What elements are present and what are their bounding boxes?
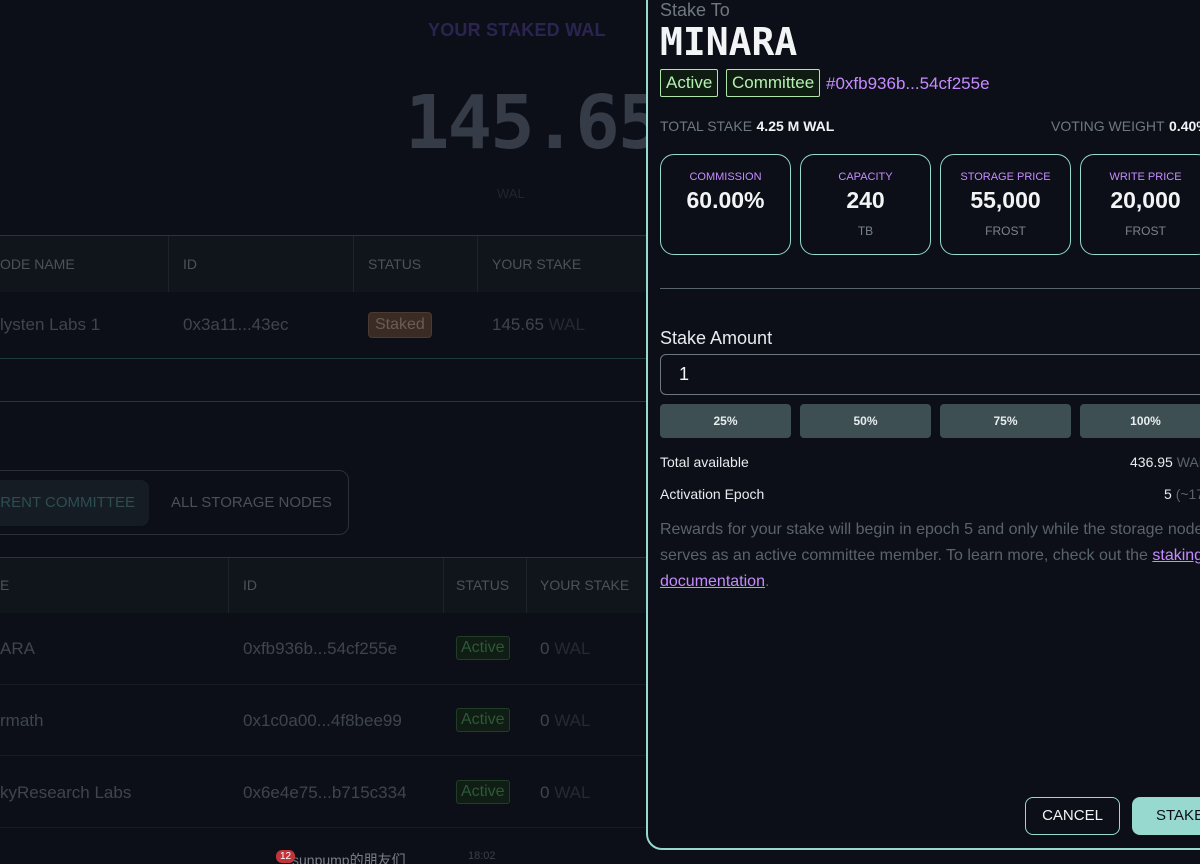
- total-available-label: Total available: [660, 454, 749, 470]
- notification-time: 18:02: [468, 850, 496, 862]
- tab-current-committee[interactable]: RRENT COMMITTEE: [0, 480, 149, 526]
- capacity-card: CAPACITY 240 TB: [800, 154, 931, 255]
- column-header-status: STATUS: [456, 577, 510, 593]
- voting-weight: VOTING WEIGHT 0.40%: [1051, 118, 1200, 136]
- your-stake-value: 0 WAL: [540, 639, 591, 658]
- card-unit: FROST: [985, 224, 1026, 238]
- staked-heading: YOUR STAKED WAL: [428, 20, 606, 40]
- node-name: ARA: [0, 639, 35, 658]
- stake-modal: Stake To MINARA Active Committee #0xfb93…: [646, 0, 1200, 850]
- card-label: WRITE PRICE: [1109, 171, 1182, 183]
- card-label: COMMISSION: [689, 171, 762, 183]
- column-header-your-stake: YOUR STAKE: [492, 256, 582, 272]
- status-badge: Active: [456, 636, 510, 660]
- node-name: lysten Labs 1: [0, 315, 101, 334]
- node-title: MINARA: [660, 20, 798, 64]
- nodes-table: E ID STATUS YOUR STAKE ARA 0xfb936b...54…: [0, 557, 646, 864]
- notification-count-badge: 12: [276, 850, 296, 863]
- commission-card: COMMISSION 60.00%: [660, 154, 791, 255]
- your-stake-value: 145.65 WAL: [492, 315, 585, 334]
- status-badge: Active: [456, 708, 510, 732]
- table-header: ODE NAME ID STATUS YOUR STAKE: [0, 236, 646, 292]
- card-label: STORAGE PRICE: [960, 171, 1051, 183]
- tab-all-storage-nodes[interactable]: ALL STORAGE NODES: [171, 480, 332, 526]
- node-id: 0xfb936b...54cf255e: [243, 639, 398, 658]
- total-stake-value: 4.25 M WAL: [756, 118, 835, 134]
- percent-25-button[interactable]: 25%: [660, 404, 791, 438]
- node-name: kyResearch Labs: [0, 783, 132, 802]
- committee-tag: Committee: [726, 69, 821, 97]
- total-stake: TOTAL STAKE 4.25 M WAL: [660, 118, 834, 136]
- divider: [660, 288, 1200, 289]
- node-filter-tabs: RRENT COMMITTEE ALL STORAGE NODES: [0, 470, 349, 535]
- card-value: 20,000: [1110, 187, 1181, 213]
- total-stake-label: TOTAL STAKE: [660, 118, 753, 134]
- table-row[interactable]: kyResearch Labs 0x6e4e75...b715c334 Acti…: [0, 757, 646, 828]
- total-available-value: 436.95 WAL: [1130, 454, 1200, 470]
- column-header-your-stake: YOUR STAKE: [540, 577, 630, 593]
- node-id: 0x1c0a00...4f8bee99: [243, 711, 402, 730]
- percent-50-button[interactable]: 50%: [800, 404, 931, 438]
- cancel-button[interactable]: CANCEL: [1025, 797, 1120, 835]
- table-row[interactable]: ARA 0xfb936b...54cf255e Active 0 WAL: [0, 614, 646, 685]
- staked-amount-unit: WAL: [497, 186, 525, 201]
- status-badge: Staked: [368, 312, 432, 338]
- notification-text: sunpump的朋友们: [292, 852, 406, 864]
- column-header-node-name: ODE NAME: [0, 256, 75, 272]
- card-value: 60.00%: [686, 187, 765, 213]
- activation-epoch-value: 5 (~17: [1164, 486, 1200, 502]
- staked-nodes-table: ODE NAME ID STATUS YOUR STAKE lysten Lab…: [0, 235, 646, 402]
- voting-weight-label: VOTING WEIGHT: [1051, 118, 1165, 134]
- active-tag: Active: [660, 69, 719, 97]
- storage-price-card: STORAGE PRICE 55,000 FROST: [940, 154, 1071, 255]
- column-header-status: STATUS: [368, 256, 422, 272]
- card-value: 240: [846, 187, 885, 213]
- table-row[interactable]: rmath 0x1c0a00...4f8bee99 Active 0 WAL: [0, 685, 646, 756]
- node-name: rmath: [0, 711, 44, 730]
- table-header: E ID STATUS YOUR STAKE: [0, 558, 646, 613]
- column-header-id: ID: [243, 577, 257, 593]
- card-unit: FROST: [1125, 224, 1166, 238]
- node-id: 0x3a11...43ec: [183, 315, 289, 334]
- stake-amount-label: Stake Amount: [660, 328, 773, 348]
- rewards-info-text: Rewards for your stake will begin in epo…: [660, 517, 1200, 595]
- stake-amount-input[interactable]: [660, 354, 1200, 395]
- percent-100-button[interactable]: 100%: [1080, 404, 1200, 438]
- node-id-link[interactable]: #0xfb936b...54cf255e: [826, 74, 990, 94]
- staked-amount: 145.65: [405, 80, 662, 166]
- stake-to-label: Stake To: [660, 0, 730, 20]
- your-stake-value: 0 WAL: [540, 783, 591, 802]
- write-price-card: WRITE PRICE 20,000 FROST: [1080, 154, 1200, 255]
- card-label: CAPACITY: [838, 171, 893, 183]
- percent-75-button[interactable]: 75%: [940, 404, 1071, 438]
- your-stake-value: 0 WAL: [540, 711, 591, 730]
- column-header-id: ID: [183, 256, 197, 272]
- status-badge: Active: [456, 780, 510, 804]
- table-row[interactable]: lysten Labs 1 0x3a11...43ec Staked 145.6…: [0, 292, 646, 359]
- card-unit: TB: [857, 224, 874, 238]
- stake-button[interactable]: STAKE: [1132, 797, 1200, 835]
- column-header-name: E: [0, 577, 10, 593]
- voting-weight-value: 0.40%: [1169, 118, 1200, 134]
- card-value: 55,000: [970, 187, 1041, 213]
- activation-epoch-label: Activation Epoch: [660, 486, 765, 502]
- node-id: 0x6e4e75...b715c334: [243, 783, 407, 802]
